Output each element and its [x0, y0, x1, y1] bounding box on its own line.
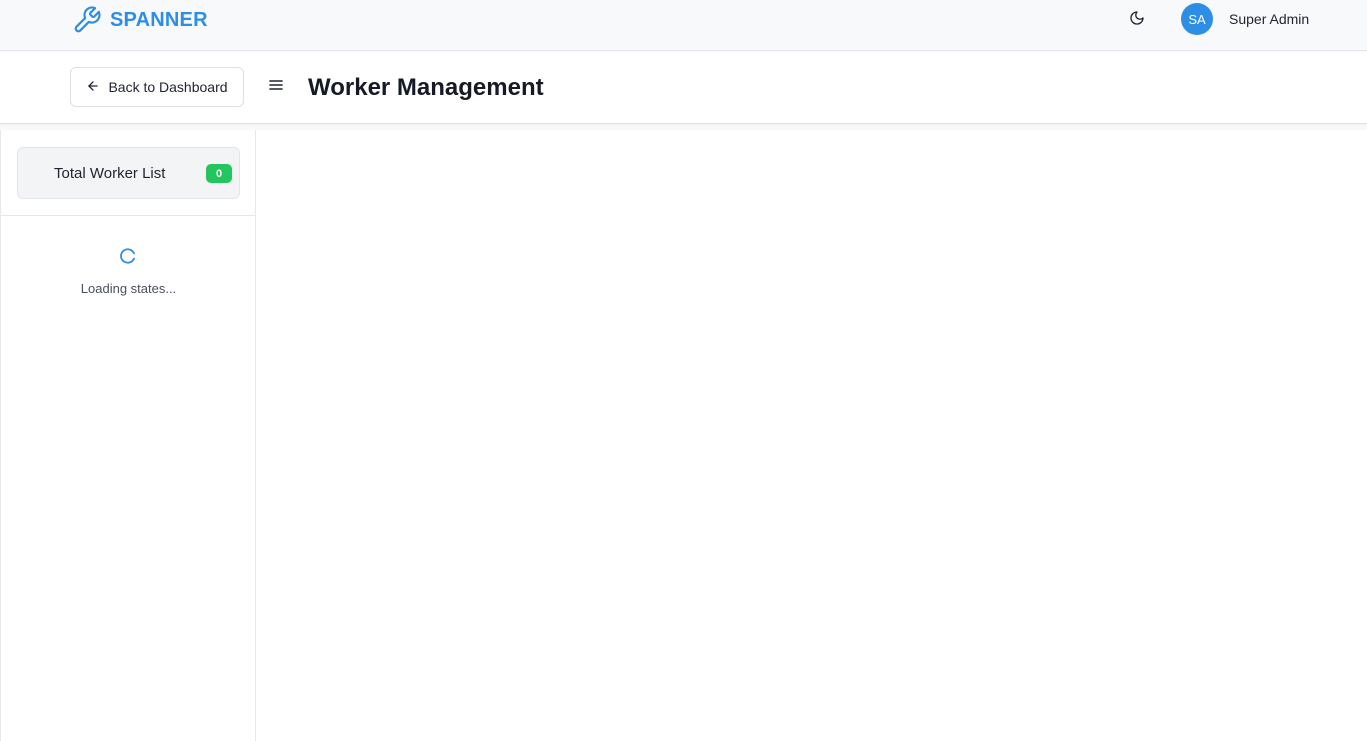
worker-count-badge: 0 — [206, 164, 232, 183]
total-worker-list-label: Total Worker List — [54, 165, 166, 182]
page-header: Back to Dashboard Worker Management — [0, 52, 1367, 124]
hamburger-icon — [269, 78, 283, 96]
sidebar-divider — [1, 215, 256, 216]
states-sidebar: Total Worker List 0 Loading states... — [0, 130, 256, 741]
avatar-initials: SA — [1188, 11, 1206, 27]
brand-name: SPANNER — [110, 8, 208, 31]
menu-toggle-button[interactable] — [268, 79, 284, 95]
arrow-left-icon — [86, 79, 100, 96]
wrench-icon — [72, 5, 102, 35]
total-worker-list-item[interactable]: Total Worker List 0 — [17, 147, 240, 199]
loading-spinner-icon — [119, 247, 137, 265]
loading-states-text: Loading states... — [80, 281, 177, 296]
user-name[interactable]: Super Admin — [1229, 11, 1309, 27]
main-content-area — [256, 130, 1367, 741]
back-button-label: Back to Dashboard — [108, 79, 228, 95]
top-navbar: SPANNER SA Super Admin — [0, 0, 1367, 51]
avatar[interactable]: SA — [1181, 3, 1213, 35]
theme-toggle-button[interactable] — [1126, 9, 1148, 31]
page-title: Worker Management — [308, 74, 544, 101]
moon-icon — [1129, 10, 1145, 31]
back-to-dashboard-button[interactable]: Back to Dashboard — [70, 67, 244, 107]
brand-logo[interactable]: SPANNER — [72, 4, 208, 36]
